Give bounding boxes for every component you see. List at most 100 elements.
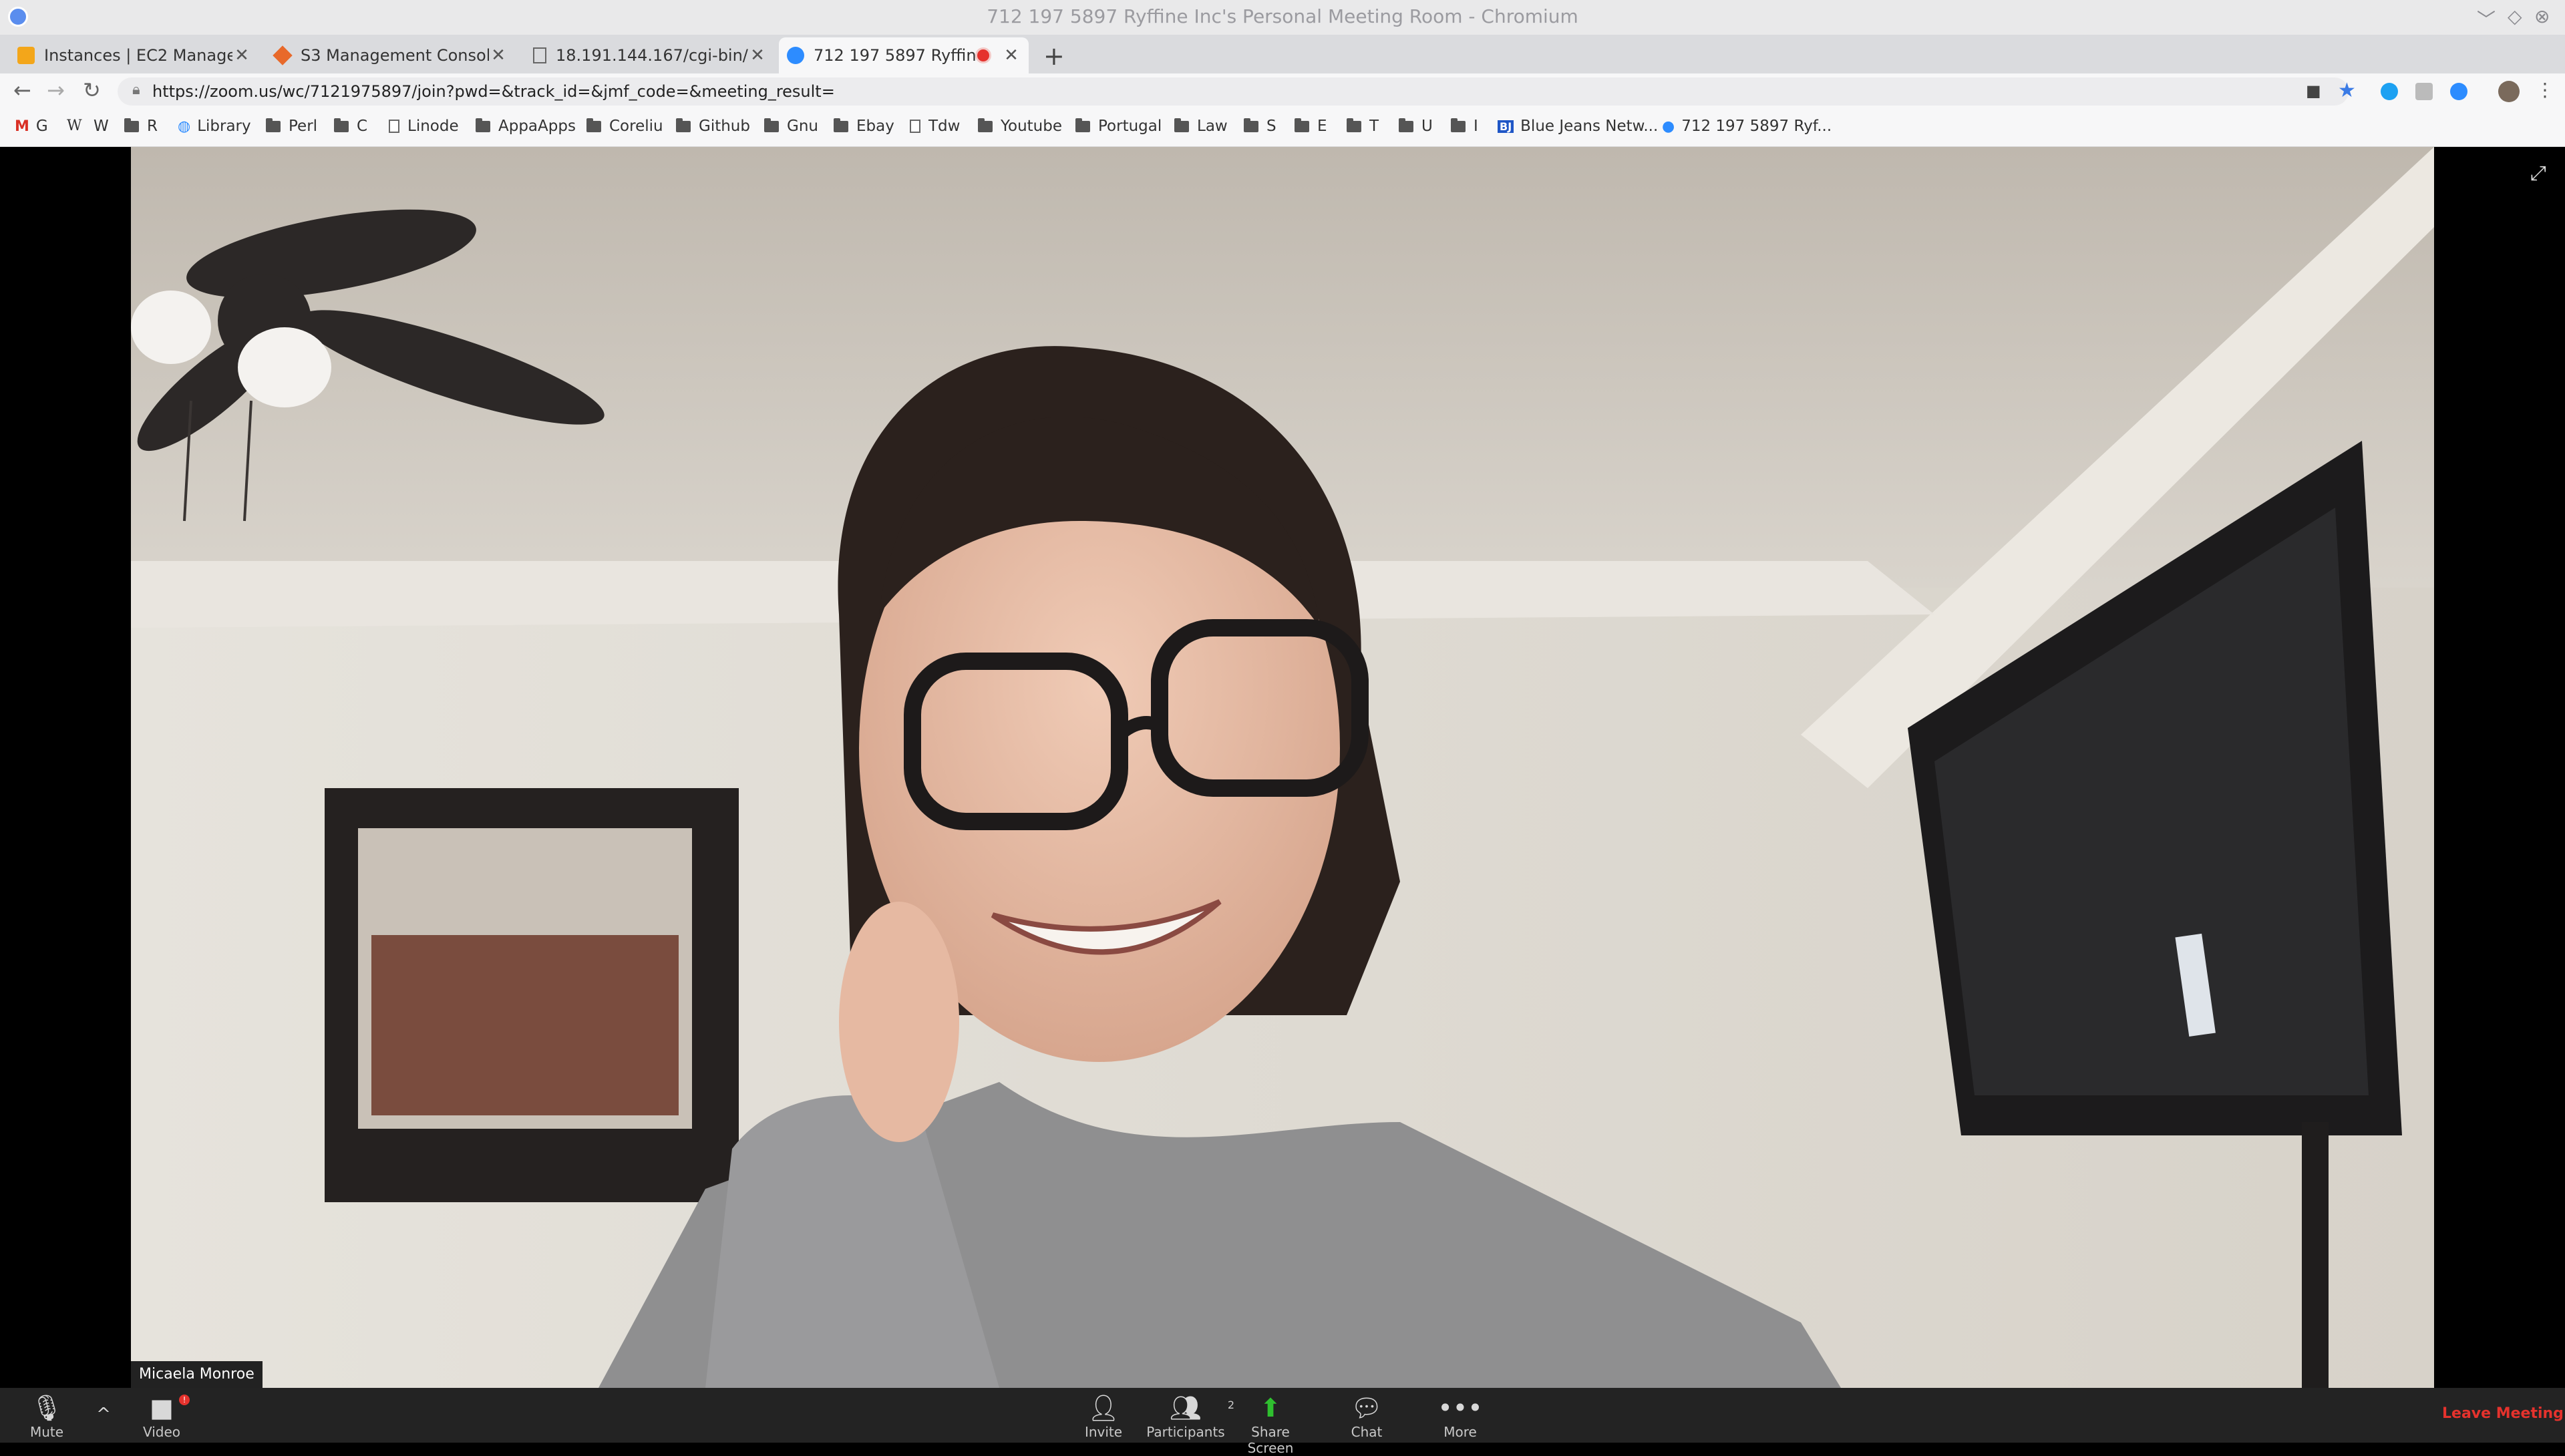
menu-kebab-icon[interactable]: ⋮ [2536,79,2554,101]
globe-icon: ◍ [178,118,191,135]
bookmark-tdw[interactable]: Tdw [910,118,960,135]
video-label: Video [142,1424,181,1440]
folder-icon [978,118,993,132]
participant-name-tag: Micaela Monroe [131,1361,263,1388]
address-bar[interactable]: 🔒︎ https://zoom.us/wc/7121975897/join?pw… [118,77,2349,106]
tab-ec2[interactable]: Instances | EC2 Management ✕ [9,37,259,73]
folder-icon [586,118,601,132]
leave-meeting-button[interactable]: Leave Meeting [2442,1405,2564,1422]
folder-icon [1399,118,1413,132]
share-screen-button[interactable]: ⬆ Share Screen [1226,1393,1315,1456]
folder-icon [1451,118,1466,132]
extension-icon[interactable] [2415,83,2433,100]
skype-extension-icon[interactable] [2381,83,2398,100]
bookmark-label: Library [197,118,251,135]
tab-strip: Instances | EC2 Management ✕ S3 Manageme… [0,35,2565,73]
participant-video [131,147,2434,1388]
chat-bubble-icon: 💬︎ [1350,1393,1383,1423]
bookmark-folder-portugal[interactable]: Portugal [1075,118,1162,135]
bookmark-folder-gnu[interactable]: Gnu [764,118,818,135]
more-button[interactable]: ••• More [1436,1393,1484,1440]
camera-icon[interactable]: ■ [2306,81,2321,100]
bookmark-library[interactable]: ◍ Library [178,118,251,135]
page-icon [533,47,546,63]
close-window-icon[interactable]: ⊗ [2534,5,2550,27]
tab-s3[interactable]: S3 Management Console ✕ [266,37,516,73]
bookmark-label: T [1369,118,1379,135]
bookmark-star-icon[interactable]: ★ [2338,79,2356,102]
participants-button[interactable]: 👥︎ 2 Participants [1146,1393,1234,1440]
bookmark-folder-i[interactable]: I [1451,118,1478,135]
reload-icon[interactable]: ↻ [83,77,101,103]
bookmark-folder-youtube[interactable]: Youtube [978,118,1062,135]
new-tab-button[interactable]: + [1043,41,1065,71]
bookmark-folder-t[interactable]: T [1347,118,1379,135]
bookmark-wikipedia[interactable]: W [67,118,89,134]
close-tab-icon[interactable]: ✕ [489,45,508,65]
fullscreen-icon[interactable]: ⤢ [2530,162,2546,185]
zoom-icon: ● [1662,118,1675,135]
folder-icon [1347,118,1361,132]
bookmark-folder-github[interactable]: Github [676,118,750,135]
bluejeans-icon: BJ [1498,120,1514,133]
page-icon [910,120,920,133]
url-text[interactable]: https://zoom.us/wc/7121975897/join?pwd=&… [152,82,835,101]
bookmark-label: Law [1197,118,1228,135]
bookmark-folder-coreliu[interactable]: Coreliu [586,118,663,135]
bookmark-linode[interactable]: Linode [389,118,459,135]
bookmark-folder-perl[interactable]: Perl [266,118,317,135]
bookmark-folder-c[interactable]: C [334,118,367,135]
bookmark-bluejeans[interactable]: BJ Blue Jeans Netw... [1498,118,1658,135]
bookmark-label: E [1317,118,1327,135]
bookmark-label: G [35,118,48,135]
bookmark-folder-ebay[interactable]: Ebay [834,118,894,135]
window-title: 712 197 5897 Ryffine Inc's Personal Meet… [987,5,1578,27]
folder-icon [1075,118,1090,132]
tab-cgi[interactable]: 18.191.144.167/cgi-bin/fileM ✕ [525,37,775,73]
video-warning-badge: ! [179,1395,190,1405]
bookmark-label: Gnu [787,118,818,135]
tab-label: 18.191.144.167/cgi-bin/fileM [556,46,748,65]
minimize-icon[interactable]: ﹀ [2477,5,2496,32]
invite-button[interactable]: 👤︎ Invite [1079,1393,1128,1440]
bookmark-label: Perl [289,118,318,135]
forward-icon[interactable]: → [47,77,65,103]
more-label: More [1443,1424,1477,1440]
mute-label: Mute [29,1424,64,1440]
bookmarks-bar: MG W W R ◍ Library Perl C Linode AppaApps… [0,110,2565,147]
back-icon[interactable]: ← [13,77,31,103]
bookmark-folder-appaapps[interactable]: AppaApps [476,118,576,135]
bookmark-folder-e[interactable]: E [1295,118,1327,135]
bookmark-folder-u[interactable]: U [1399,118,1433,135]
bookmark-folder-s[interactable]: S [1244,118,1276,135]
folder-icon [124,118,139,132]
bookmark-folder-law[interactable]: Law [1174,118,1228,135]
profile-avatar[interactable] [2498,81,2520,102]
bookmark-label: I [1474,118,1478,135]
share-screen-icon: ⬆ [1260,1393,1281,1423]
video-button[interactable]: ■! Video [138,1393,190,1440]
audio-options-caret-icon[interactable]: ^ [94,1400,114,1429]
bookmark-label: AppaApps [498,118,576,135]
tab-label: 712 197 5897 Ryffine Inc [814,46,975,65]
bookmark-gmail[interactable]: MG [15,118,48,135]
chat-button[interactable]: 💬︎ Chat [1343,1393,1391,1440]
mute-button[interactable]: 🎙︎ Mute [25,1393,68,1440]
zoom-extension-icon[interactable] [2450,83,2467,100]
share-screen-label: Share Screen [1247,1424,1294,1456]
more-dots-icon: ••• [1437,1393,1483,1423]
bookmark-zoom-meeting[interactable]: ● 712 197 5897 Ryf... [1662,118,1832,135]
bookmark-folder-r[interactable]: R [124,118,158,135]
close-tab-icon[interactable]: ✕ [748,45,767,65]
tab-label: Instances | EC2 Management [44,46,232,65]
wikipedia-icon: W [67,118,82,134]
folder-icon [476,118,490,132]
close-tab-icon[interactable]: ✕ [1002,45,1021,65]
tab-zoom-meeting[interactable]: 712 197 5897 Ryffine Inc ✕ [779,37,1029,73]
video-frame-illustration [131,147,2434,1388]
participants-label: Participants [1146,1424,1225,1440]
close-tab-icon[interactable]: ✕ [232,45,251,65]
bookmark-label: Ebay [856,118,894,135]
bookmark-w[interactable]: W [94,118,109,135]
maximize-icon[interactable]: ◇ [2508,5,2522,27]
